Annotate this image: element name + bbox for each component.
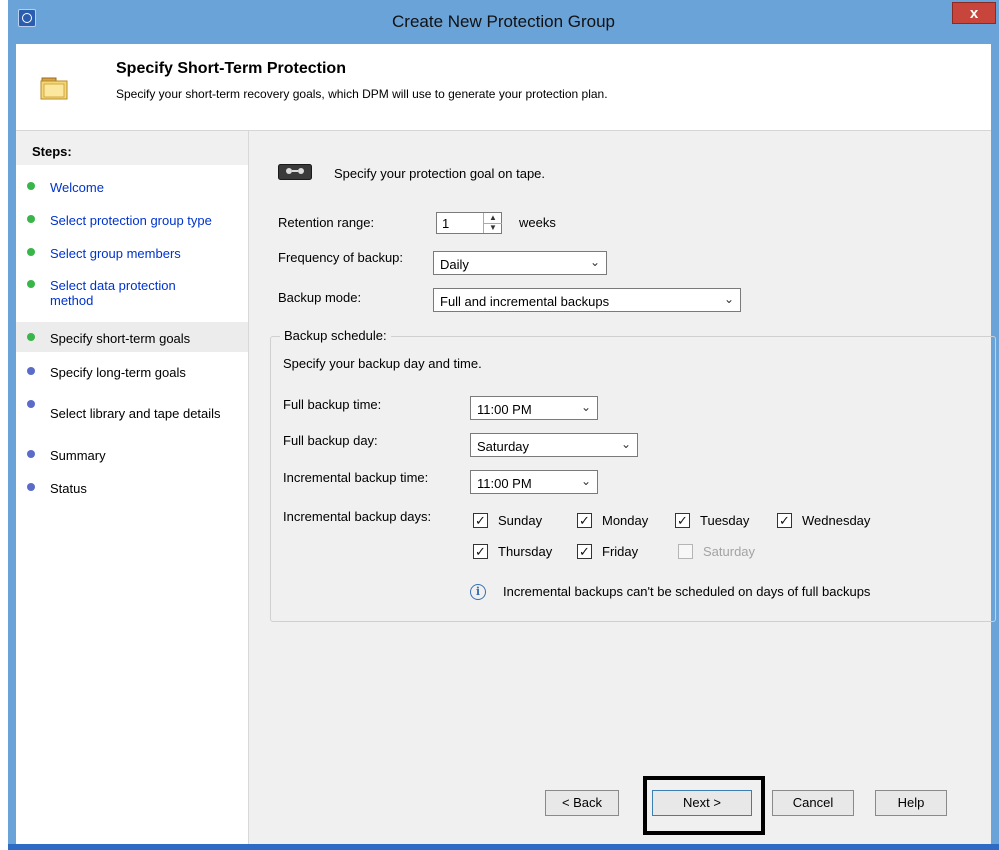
step-current-icon [27, 333, 35, 341]
checkbox-label-monday: Monday [602, 513, 649, 528]
spin-down-icon[interactable]: ▼ [483, 223, 502, 233]
incremental-backup-days-label: Incremental backup days: [283, 509, 432, 524]
next-highlight-frame [643, 776, 765, 835]
step-status: Status [16, 479, 248, 497]
help-button[interactable]: Help [875, 790, 947, 816]
chevron-down-icon: ⌄ [580, 400, 591, 414]
info-text: Incremental backups can't be scheduled o… [503, 584, 871, 599]
backup-mode-value: Full and incremental backups [440, 294, 610, 309]
folder-icon [40, 77, 68, 100]
backup-schedule-legend: Backup schedule: [280, 328, 391, 343]
checkbox-label-saturday: Saturday [703, 544, 756, 559]
cancel-button[interactable]: Cancel [772, 790, 854, 816]
step-label: Welcome [50, 180, 104, 195]
step-done-icon [27, 182, 35, 190]
chevron-down-icon: ⌄ [580, 474, 591, 488]
step-specify-short-term-goals[interactable]: Specify short-term goals [16, 322, 248, 352]
backup-mode-label: Backup mode: [278, 290, 362, 305]
step-label: Select data protection method [50, 278, 176, 308]
checkbox-friday[interactable]: ✓ [577, 544, 592, 559]
checkbox-label-sunday: Sunday [498, 513, 543, 528]
step-select-group-members[interactable]: Select group members [16, 244, 248, 262]
full-backup-time-value: 11:00 PM [477, 402, 532, 417]
frequency-label: Frequency of backup: [278, 250, 404, 265]
step-label: Select protection group type [50, 213, 212, 228]
checkbox-monday[interactable]: ✓ [577, 513, 592, 528]
step-pending-icon [27, 400, 35, 408]
checkbox-label-wednesday: Wednesday [802, 513, 871, 528]
checkbox-label-tuesday: Tuesday [700, 513, 750, 528]
full-backup-day-select[interactable]: Saturday ⌄ [470, 433, 638, 457]
chevron-down-icon: ⌄ [589, 255, 600, 269]
checkbox-tuesday[interactable]: ✓ [675, 513, 690, 528]
step-summary: Summary [16, 446, 248, 464]
steps-heading: Steps: [32, 144, 72, 159]
step-done-icon [27, 215, 35, 223]
chevron-down-icon: ⌄ [620, 437, 631, 451]
step-pending-icon [27, 483, 35, 491]
step-welcome[interactable]: Welcome [16, 178, 248, 196]
full-backup-day-value: Saturday [477, 439, 530, 454]
step-select-data-protection-method[interactable]: Select data protection method [16, 276, 248, 310]
frequency-value: Daily [440, 257, 469, 272]
checkbox-thursday[interactable]: ✓ [473, 544, 488, 559]
backup-mode-select[interactable]: Full and incremental backups ⌄ [433, 288, 741, 312]
step-specify-long-term-goals: Specify long-term goals [16, 363, 248, 381]
info-icon: i [470, 584, 486, 600]
back-button[interactable]: < Back [545, 790, 619, 816]
page-description: Specify your short-term recovery goals, … [116, 87, 608, 101]
window-title: Create New Protection Group [392, 12, 615, 31]
step-select-protection-group-type[interactable]: Select protection group type [16, 211, 248, 229]
goal-text: Specify your protection goal on tape. [334, 166, 546, 181]
step-label: Select library and tape details [50, 406, 221, 421]
incremental-backup-time-value: 11:00 PM [477, 476, 532, 491]
retention-range-label: Retention range: [278, 215, 375, 230]
tape-icon [278, 164, 312, 180]
checkbox-wednesday[interactable]: ✓ [777, 513, 792, 528]
close-button[interactable]: x [952, 2, 996, 24]
step-label: Specify long-term goals [50, 365, 186, 380]
page-title: Specify Short-Term Protection [116, 60, 346, 77]
retention-range-spinner[interactable]: 1 ▲ ▼ [436, 212, 502, 234]
background-strip [0, 0, 8, 850]
checkbox-sunday[interactable]: ✓ [473, 513, 488, 528]
retention-unit-label: weeks [519, 215, 556, 230]
step-label: Status [50, 481, 87, 496]
checkbox-saturday [678, 544, 693, 559]
checkbox-label-thursday: Thursday [498, 544, 553, 559]
incremental-backup-time-select[interactable]: 11:00 PM ⌄ [470, 470, 598, 494]
incremental-backup-time-label: Incremental backup time: [283, 470, 429, 485]
checkbox-label-friday: Friday [602, 544, 639, 559]
step-pending-icon [27, 450, 35, 458]
window-bottom-edge [8, 844, 999, 850]
step-label: Specify short-term goals [50, 331, 191, 346]
step-pending-icon [27, 367, 35, 375]
chevron-down-icon: ⌄ [723, 292, 734, 306]
step-select-library-and-tape-details: Select library and tape details [16, 398, 248, 426]
frequency-select[interactable]: Daily ⌄ [433, 251, 607, 275]
step-done-icon [27, 248, 35, 256]
step-label: Summary [50, 448, 106, 463]
retention-range-value: 1 [442, 216, 450, 231]
step-done-icon [27, 280, 35, 288]
full-backup-day-label: Full backup day: [283, 433, 378, 448]
full-backup-time-select[interactable]: 11:00 PM ⌄ [470, 396, 598, 420]
full-backup-time-label: Full backup time: [283, 397, 382, 412]
step-label: Select group members [50, 246, 181, 261]
schedule-instruction: Specify your backup day and time. [283, 356, 482, 371]
